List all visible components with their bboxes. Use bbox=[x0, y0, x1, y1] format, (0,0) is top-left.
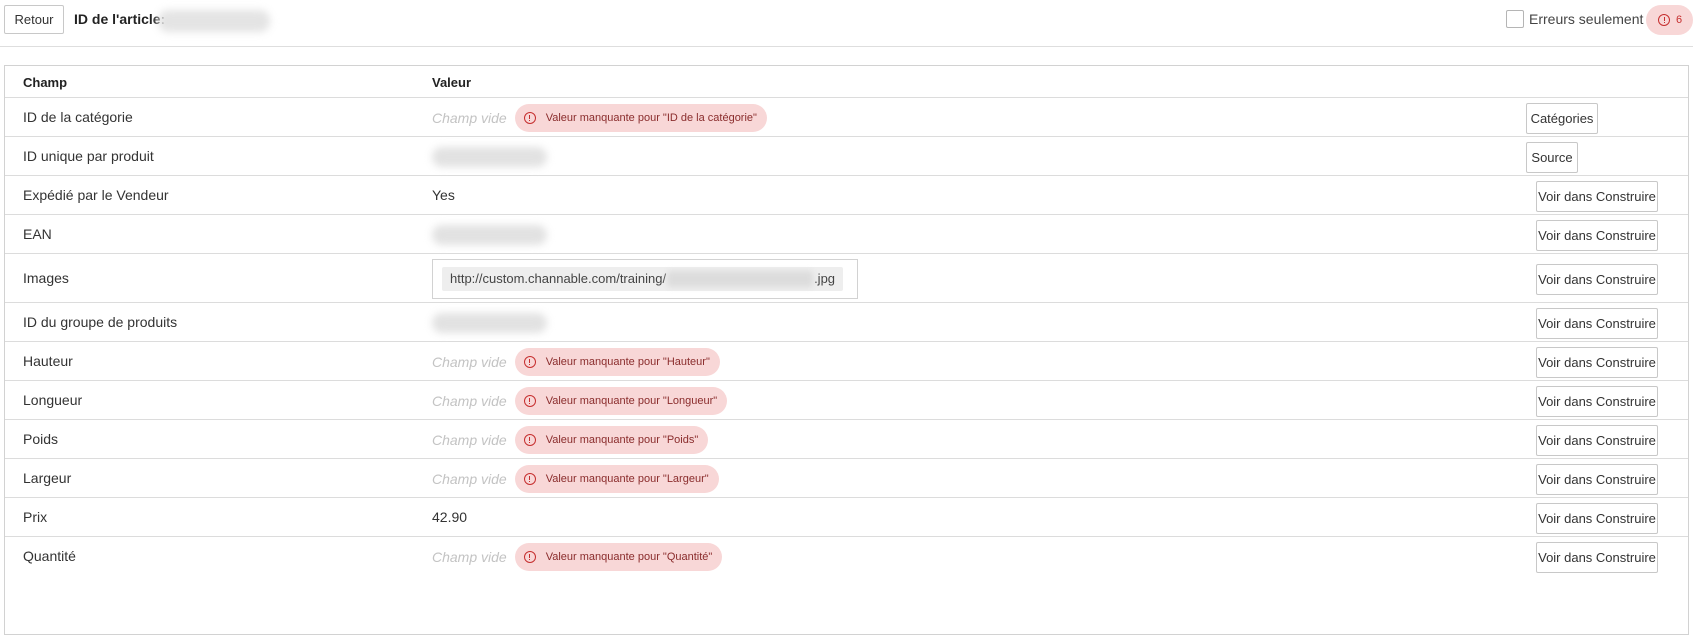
field-value bbox=[432, 224, 547, 245]
missing-value-error: Valeur manquante pour "Longueur" bbox=[514, 386, 728, 415]
errors-only-label: Erreurs seulement bbox=[1529, 11, 1644, 27]
table-header: Champ Valeur bbox=[5, 66, 1688, 98]
view-in-build-button[interactable]: Voir dans Construire bbox=[1536, 346, 1658, 378]
view-in-build-button[interactable]: Voir dans Construire bbox=[1536, 307, 1658, 339]
field-name: Prix bbox=[23, 508, 48, 525]
table-row: Longueur Champ vide Valeur manquante pour … bbox=[5, 381, 1688, 420]
missing-value-error: Valeur manquante pour "Hauteur" bbox=[514, 347, 720, 376]
field-name: ID de la catégorie bbox=[23, 108, 133, 125]
view-in-build-button[interactable]: Voir dans Construire bbox=[1536, 219, 1658, 251]
empty-value-placeholder: Champ vide bbox=[432, 549, 507, 565]
empty-value-placeholder: Champ vide bbox=[432, 109, 507, 126]
warning-circle-icon bbox=[523, 355, 536, 368]
warning-circle-icon bbox=[523, 394, 536, 407]
redacted-value bbox=[432, 312, 547, 333]
field-value: Champ vide Valeur manquante pour "Quantit… bbox=[432, 543, 723, 571]
error-message: Valeur manquante pour "Poids" bbox=[545, 433, 699, 446]
missing-value-error: Valeur manquante pour "Poids" bbox=[514, 425, 709, 454]
error-count: 6 bbox=[1676, 14, 1683, 26]
view-in-build-button[interactable]: Voir dans Construire bbox=[1536, 424, 1658, 456]
field-value bbox=[432, 146, 547, 167]
table-row: ID de la catégorie Champ vide Valeur manqu… bbox=[5, 98, 1688, 137]
field-name: Expédié par le Vendeur bbox=[23, 186, 169, 203]
table-row: Poids Champ vide Valeur manquante pour "Po… bbox=[5, 420, 1688, 459]
field-value: 42.90 bbox=[432, 509, 467, 525]
image-url-prefix: http://custom.channable.com/training/ bbox=[450, 271, 667, 286]
column-header-value: Valeur bbox=[432, 75, 472, 90]
errors-only-checkbox[interactable] bbox=[1506, 10, 1524, 28]
empty-value-placeholder: Champ vide bbox=[432, 392, 507, 409]
value-text: 42.90 bbox=[432, 508, 468, 525]
error-message: Valeur manquante pour "ID de la catégori… bbox=[545, 111, 757, 124]
error-message: Valeur manquante pour "Longueur" bbox=[545, 394, 718, 407]
table-row: Largeur Champ vide Valeur manquante pour "… bbox=[5, 459, 1688, 498]
view-in-build-button[interactable]: Voir dans Construire bbox=[1536, 463, 1658, 495]
table-row: Hauteur Champ vide Valeur manquante pour "… bbox=[5, 342, 1688, 381]
image-url-suffix: .jpg bbox=[814, 271, 836, 286]
field-name: ID unique par produit bbox=[23, 147, 154, 164]
table-row: Prix 42.90 Voir dans Construire bbox=[5, 498, 1688, 537]
missing-value-error: Valeur manquante pour "ID de la catégori… bbox=[514, 103, 767, 132]
source-button[interactable]: Source bbox=[1526, 141, 1578, 173]
warning-circle-icon bbox=[523, 433, 536, 446]
fields-table: Champ Valeur ID de la catégorie Champ vid… bbox=[4, 65, 1689, 635]
field-value: Champ vide Valeur manquante pour "Poids" bbox=[432, 425, 709, 454]
field-name: Longueur bbox=[23, 391, 83, 408]
empty-value-placeholder: Champ vide bbox=[432, 431, 507, 448]
error-message: Valeur manquante pour "Largeur" bbox=[545, 472, 709, 485]
warning-circle-icon bbox=[1658, 14, 1670, 26]
field-value: Champ vide Valeur manquante pour "Longueu… bbox=[432, 386, 728, 415]
field-name: ID du groupe de produits bbox=[23, 313, 178, 330]
table-row: Expédié par le Vendeur Yes Voir dans Const… bbox=[5, 176, 1688, 215]
redacted-value bbox=[432, 224, 547, 245]
table-row: Images http://custom.channable.com/traini… bbox=[5, 254, 1688, 303]
table-row: EAN Voir dans Construire bbox=[5, 215, 1688, 254]
back-button[interactable]: Retour bbox=[4, 5, 64, 34]
top-bar: Retour ID de l'article: Erreurs seulemen… bbox=[0, 0, 1693, 47]
field-name: Poids bbox=[23, 430, 59, 447]
table-row: ID unique par produit Source bbox=[5, 137, 1688, 176]
view-in-build-button[interactable]: Voir dans Construire bbox=[1536, 542, 1658, 573]
categories-button[interactable]: Catégories bbox=[1526, 102, 1598, 134]
field-value: Champ vide Valeur manquante pour "ID de l… bbox=[432, 103, 767, 132]
field-value: Champ vide Valeur manquante pour "Largeur… bbox=[432, 464, 719, 493]
column-header-field: Champ bbox=[23, 75, 68, 90]
field-name: Images bbox=[23, 269, 69, 286]
warning-circle-icon bbox=[523, 551, 536, 563]
view-in-build-button[interactable]: Voir dans Construire bbox=[1536, 180, 1658, 212]
table-row: ID du groupe de produits Voir dans Constr… bbox=[5, 303, 1688, 342]
image-url-list: http://custom.channable.com/training/ .jp… bbox=[432, 258, 858, 299]
warning-circle-icon bbox=[523, 111, 536, 124]
field-name: Largeur bbox=[23, 469, 72, 486]
field-value: Yes bbox=[432, 187, 455, 203]
view-in-build-button[interactable]: Voir dans Construire bbox=[1536, 385, 1658, 417]
field-value: http://custom.channable.com/training/ .jp… bbox=[432, 258, 858, 299]
field-value: Champ vide Valeur manquante pour "Hauteur… bbox=[432, 347, 720, 376]
missing-value-error: Valeur manquante pour "Largeur" bbox=[514, 464, 719, 493]
image-url-chip[interactable]: http://custom.channable.com/training/ .jp… bbox=[442, 266, 844, 291]
error-count-badge: 6 bbox=[1646, 5, 1693, 35]
field-name: Hauteur bbox=[23, 352, 73, 369]
view-in-build-button[interactable]: Voir dans Construire bbox=[1536, 502, 1658, 534]
error-message: Valeur manquante pour "Quantité" bbox=[545, 551, 713, 563]
article-id-label: ID de l'article: bbox=[74, 11, 166, 27]
errors-only-toggle[interactable]: Erreurs seulement bbox=[1506, 9, 1643, 29]
value-text: Yes bbox=[432, 186, 455, 203]
field-value bbox=[432, 312, 547, 333]
warning-circle-icon bbox=[523, 472, 536, 485]
redacted-filename bbox=[667, 270, 814, 287]
article-id-value-redacted bbox=[158, 10, 270, 32]
error-message: Valeur manquante pour "Hauteur" bbox=[545, 355, 710, 368]
table-row: Quantité Champ vide Valeur manquante pour … bbox=[5, 537, 1688, 577]
missing-value-error: Valeur manquante pour "Quantité" bbox=[514, 543, 723, 571]
field-name: Quantité bbox=[23, 548, 76, 564]
field-name: EAN bbox=[23, 225, 52, 242]
redacted-value bbox=[432, 146, 547, 167]
empty-value-placeholder: Champ vide bbox=[432, 353, 507, 370]
empty-value-placeholder: Champ vide bbox=[432, 470, 507, 487]
view-in-build-button[interactable]: Voir dans Construire bbox=[1536, 263, 1658, 295]
